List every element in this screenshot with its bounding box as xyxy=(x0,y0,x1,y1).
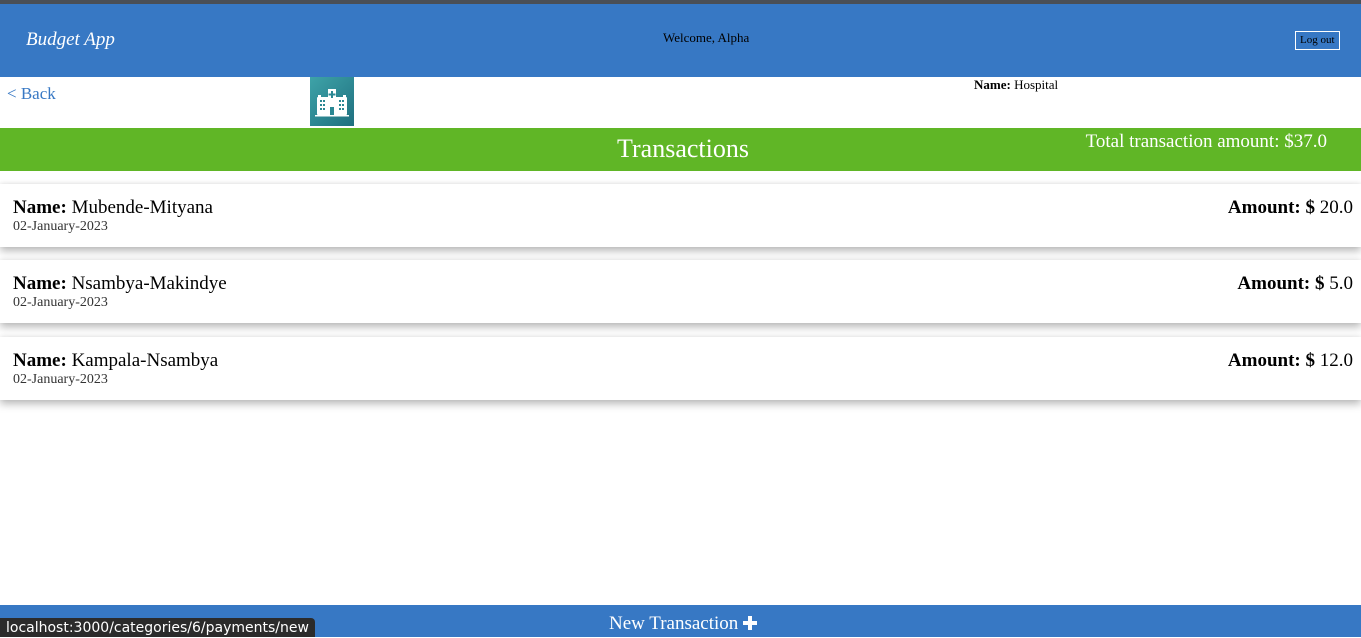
transaction-name-label: Name: xyxy=(13,350,67,371)
transaction-name: Name: Nsambya-Makindye xyxy=(13,273,227,295)
category-name: Name: Hospital xyxy=(974,77,1058,93)
transaction-card[interactable]: Name: Mubende-Mityana 02-January-2023 Am… xyxy=(0,184,1361,247)
total-amount: Total transaction amount: $37.0 xyxy=(1085,131,1327,152)
transaction-card[interactable]: Name: Kampala-Nsambya 02-January-2023 Am… xyxy=(0,337,1361,400)
browser-status-url: localhost:3000/categories/6/payments/new xyxy=(0,618,315,637)
plus-icon xyxy=(743,613,758,634)
new-transaction-label: New Transaction xyxy=(608,613,739,634)
transaction-amount-label: Amount: $ xyxy=(1227,350,1315,371)
transaction-amount-value: 20.0 xyxy=(1319,197,1353,218)
welcome-text: Welcome, Alpha xyxy=(663,30,750,45)
transaction-amount: Amount: $ 5.0 xyxy=(1237,273,1353,295)
category-name-value: Hospital xyxy=(1014,77,1059,92)
transaction-date: 02-January-2023 xyxy=(13,219,108,234)
category-name-label: Name: xyxy=(974,77,1011,92)
transaction-amount-value: 12.0 xyxy=(1319,350,1353,371)
transaction-name: Name: Kampala-Nsambya xyxy=(13,350,218,372)
transaction-name-label: Name: xyxy=(13,273,67,294)
transaction-amount-label: Amount: $ xyxy=(1227,197,1315,218)
transaction-amount-value: 5.0 xyxy=(1329,273,1353,294)
transaction-amount-label: Amount: $ xyxy=(1237,273,1325,294)
hospital-icon xyxy=(310,77,354,126)
logout-button[interactable]: Log out xyxy=(1295,31,1340,50)
transaction-name-value: Kampala-Nsambya xyxy=(71,350,219,371)
transaction-name-label: Name: xyxy=(13,197,67,218)
transaction-name-value: Nsambya-Makindye xyxy=(71,273,227,294)
app-brand[interactable]: Budget App xyxy=(26,29,115,51)
transaction-amount: Amount: $ 20.0 xyxy=(1228,197,1353,219)
transaction-date: 02-January-2023 xyxy=(13,372,108,387)
transactions-banner: Transactions Total transaction amount: $… xyxy=(0,128,1361,171)
transaction-card[interactable]: Name: Nsambya-Makindye 02-January-2023 A… xyxy=(0,260,1361,323)
transaction-amount: Amount: $ 12.0 xyxy=(1228,350,1353,372)
app-header: Budget App Welcome, Alpha Log out xyxy=(0,4,1361,77)
transaction-name: Name: Mubende-Mityana xyxy=(13,197,213,219)
back-link[interactable]: < Back xyxy=(7,84,56,104)
transaction-name-value: Mubende-Mityana xyxy=(71,197,213,218)
transaction-date: 02-January-2023 xyxy=(13,295,108,310)
